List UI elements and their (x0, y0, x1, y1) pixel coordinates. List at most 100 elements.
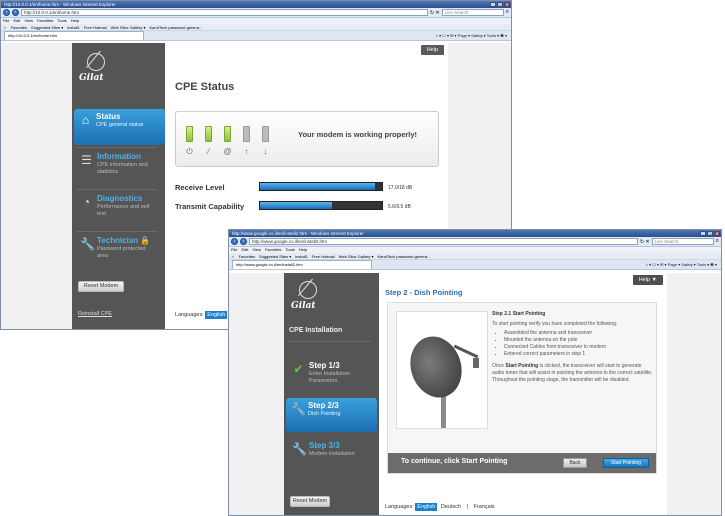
page-title: Step 2 - Dish Pointing (385, 288, 463, 297)
fav-install1[interactable]: install1 (295, 253, 307, 259)
wrench-icon: 🔧 (291, 402, 306, 416)
language-english[interactable]: English (415, 503, 438, 511)
nav-technician[interactable]: 🔧 Technician 🔒 Password protected area (75, 233, 157, 271)
back-button[interactable]: Back (563, 458, 587, 468)
languages-bar: Languages: English (175, 311, 228, 319)
satellite-dish-image (396, 311, 488, 429)
led-receive (262, 126, 269, 142)
page-viewport: Gilat CPE Installation ✔ Step 1/3 Enter … (229, 273, 721, 515)
favorites-bar: ★ Favorites Suggested Sites ▾ install1 F… (229, 253, 721, 260)
divider (76, 147, 157, 148)
browser-window-install: http://www.google.co.il/en/install2.htm … (228, 229, 722, 516)
favorites-button[interactable]: Favorites (11, 24, 27, 30)
fav-web-slice[interactable]: Web Slice Gallery ▾ (111, 24, 146, 30)
modem-status-panel: ⏻ ⁄ @ ↑ ↓ Your modem is working properly… (175, 111, 439, 167)
checklist: Assembled the antenna and transceiver Mo… (492, 330, 654, 358)
reinstall-cpe-link[interactable]: Reinstall CPE (78, 311, 112, 317)
led-satellite (205, 126, 212, 142)
wrench-icon: 🔧 (80, 237, 95, 251)
main-content: Help ▼ Step 2 - Dish Pointing Step 2.1 S… (379, 273, 667, 515)
window-title-bar: http://10.0.0.1/en/home.htm - Windows In… (1, 1, 511, 8)
step-3[interactable]: 🔧 Step 3/3 Modem installation (287, 438, 369, 472)
refresh-icon[interactable]: ↻ ✕ (430, 10, 440, 16)
fav-kandtech[interactable]: KandTech password genera... (150, 24, 203, 30)
dish-pointing-panel: Step 2.1 Start Pointing To start pointin… (387, 302, 657, 474)
step-1-sub: Enter Installation Parameters (309, 371, 350, 384)
sidebar: Gilat CPE Installation ✔ Step 1/3 Enter … (284, 273, 379, 515)
footer-text: To continue, click Start Pointing (401, 458, 508, 465)
transmit-capability-value: 5.6/9.5 dB (388, 204, 411, 210)
arrow-down-icon: ↓ (263, 147, 268, 156)
nav-diagnostics-sub: Performance and self test (97, 204, 150, 217)
led-network (224, 126, 231, 142)
gilat-logo: Gilat (291, 281, 323, 315)
led-transmit (243, 126, 250, 142)
language-separator: | (466, 504, 469, 510)
reset-modem-button[interactable]: Reset Modem (290, 496, 330, 507)
minimize-button[interactable]: _ (700, 230, 706, 236)
favorites-button[interactable]: Favorites (239, 253, 255, 259)
url-field[interactable]: http://10.0.0.1/en/home.htm (21, 9, 428, 16)
search-icon[interactable]: ⌕ (716, 238, 719, 245)
nav-diagnostics[interactable]: ◔ Diagnostics Performance and self test (75, 191, 157, 229)
url-field[interactable]: http://www.google.co.il/en/install2.htm (249, 238, 638, 245)
page-title: CPE Status (175, 81, 235, 93)
refresh-icon[interactable]: ↻ ✕ (640, 239, 650, 245)
help-button[interactable]: Help (420, 45, 444, 55)
help-button[interactable]: Help ▼ (632, 275, 663, 285)
favorites-star-icon: ★ (231, 254, 235, 259)
wrench-icon: 🔧 (292, 442, 307, 456)
search-input[interactable]: Live Search (441, 9, 504, 16)
browser-tab[interactable]: http://10.0.0.1/en/home.htm (4, 31, 144, 40)
at-icon: @ (223, 147, 232, 156)
fav-install1[interactable]: install1 (67, 24, 79, 30)
arrow-up-icon: ↑ (244, 147, 249, 156)
step-1[interactable]: ✔ Step 1/3 Enter Installation Parameters (287, 358, 369, 392)
search-icon[interactable]: ⌕ (506, 9, 509, 16)
gauge-icon: ◔ (82, 195, 91, 209)
languages-bar: Languages: English Deutsch | Français (385, 503, 497, 511)
reset-modem-button[interactable]: Reset Modem (78, 281, 124, 292)
close-button[interactable]: ✕ (714, 230, 720, 236)
desc-bold: Start Pointing (505, 363, 539, 369)
nav-information-sub: CPE information and statistics (97, 162, 148, 175)
command-bar[interactable]: ⌂ ▾ ☐ ▾ ✉ ▾ Page ▾ Safety ▾ Tools ▾ ❷ ▾ (436, 33, 507, 38)
minimize-button[interactable]: _ (490, 1, 496, 7)
fav-suggested-sites[interactable]: Suggested Sites ▾ (259, 253, 291, 259)
browser-tab[interactable]: http://www.google.co.il/en/install2.htm (232, 260, 372, 269)
nav-status[interactable]: ⌂ Status CPE general status (74, 109, 165, 145)
maximize-button[interactable]: □ (497, 1, 503, 7)
fav-free-hotmail[interactable]: Free Hotmail (84, 24, 107, 30)
nav-information[interactable]: ☰ Information CPE information and statis… (75, 149, 157, 187)
fav-web-slice[interactable]: Web Slice Gallery ▾ (339, 253, 374, 259)
close-button[interactable]: ✕ (504, 1, 510, 7)
tab-bar: http://10.0.0.1/en/home.htm ⌂ ▾ ☐ ▾ ✉ ▾ … (1, 31, 511, 41)
start-pointing-button[interactable]: Start Pointing (603, 458, 649, 468)
maximize-button[interactable]: □ (707, 230, 713, 236)
language-english[interactable]: English (205, 311, 228, 319)
language-deutsch[interactable]: Deutsch (439, 503, 463, 511)
led-power (186, 126, 193, 142)
language-francais[interactable]: Français (472, 503, 497, 511)
languages-label: Languages: (175, 312, 204, 318)
step-3-sub: Modem installation (309, 451, 355, 457)
forward-icon[interactable]: › (12, 9, 19, 16)
forward-icon[interactable]: › (240, 238, 247, 245)
step-2[interactable]: 🔧 Step 2/3 Dish Pointing (286, 398, 377, 432)
transmit-capability-bar (259, 201, 383, 210)
satellite-icon: ⁄ (207, 147, 210, 156)
gilat-logo: Gilat (79, 53, 111, 87)
transmit-capability-label: Transmit Capability (175, 202, 245, 211)
fav-suggested-sites[interactable]: Suggested Sites ▾ (31, 24, 63, 30)
search-input[interactable]: Live Search (651, 238, 714, 245)
step-3-title: Step 3/3 (309, 441, 340, 450)
fav-free-hotmail[interactable]: Free Hotmail (312, 253, 335, 259)
back-icon[interactable]: ‹ (3, 9, 10, 16)
back-icon[interactable]: ‹ (231, 238, 238, 245)
command-bar[interactable]: ⌂ ▾ ☐ ▾ ✉ ▾ Page ▾ Safety ▾ Tools ▾ ❷ ▾ (646, 262, 717, 267)
info-list-icon: ☰ (81, 153, 92, 167)
checklist-item: Mounted the antenna on the pole (504, 337, 654, 344)
fav-kandtech[interactable]: KandTech password genera... (378, 253, 431, 259)
section-title: CPE Installation (289, 327, 343, 334)
nav-information-title: Information (97, 152, 141, 161)
